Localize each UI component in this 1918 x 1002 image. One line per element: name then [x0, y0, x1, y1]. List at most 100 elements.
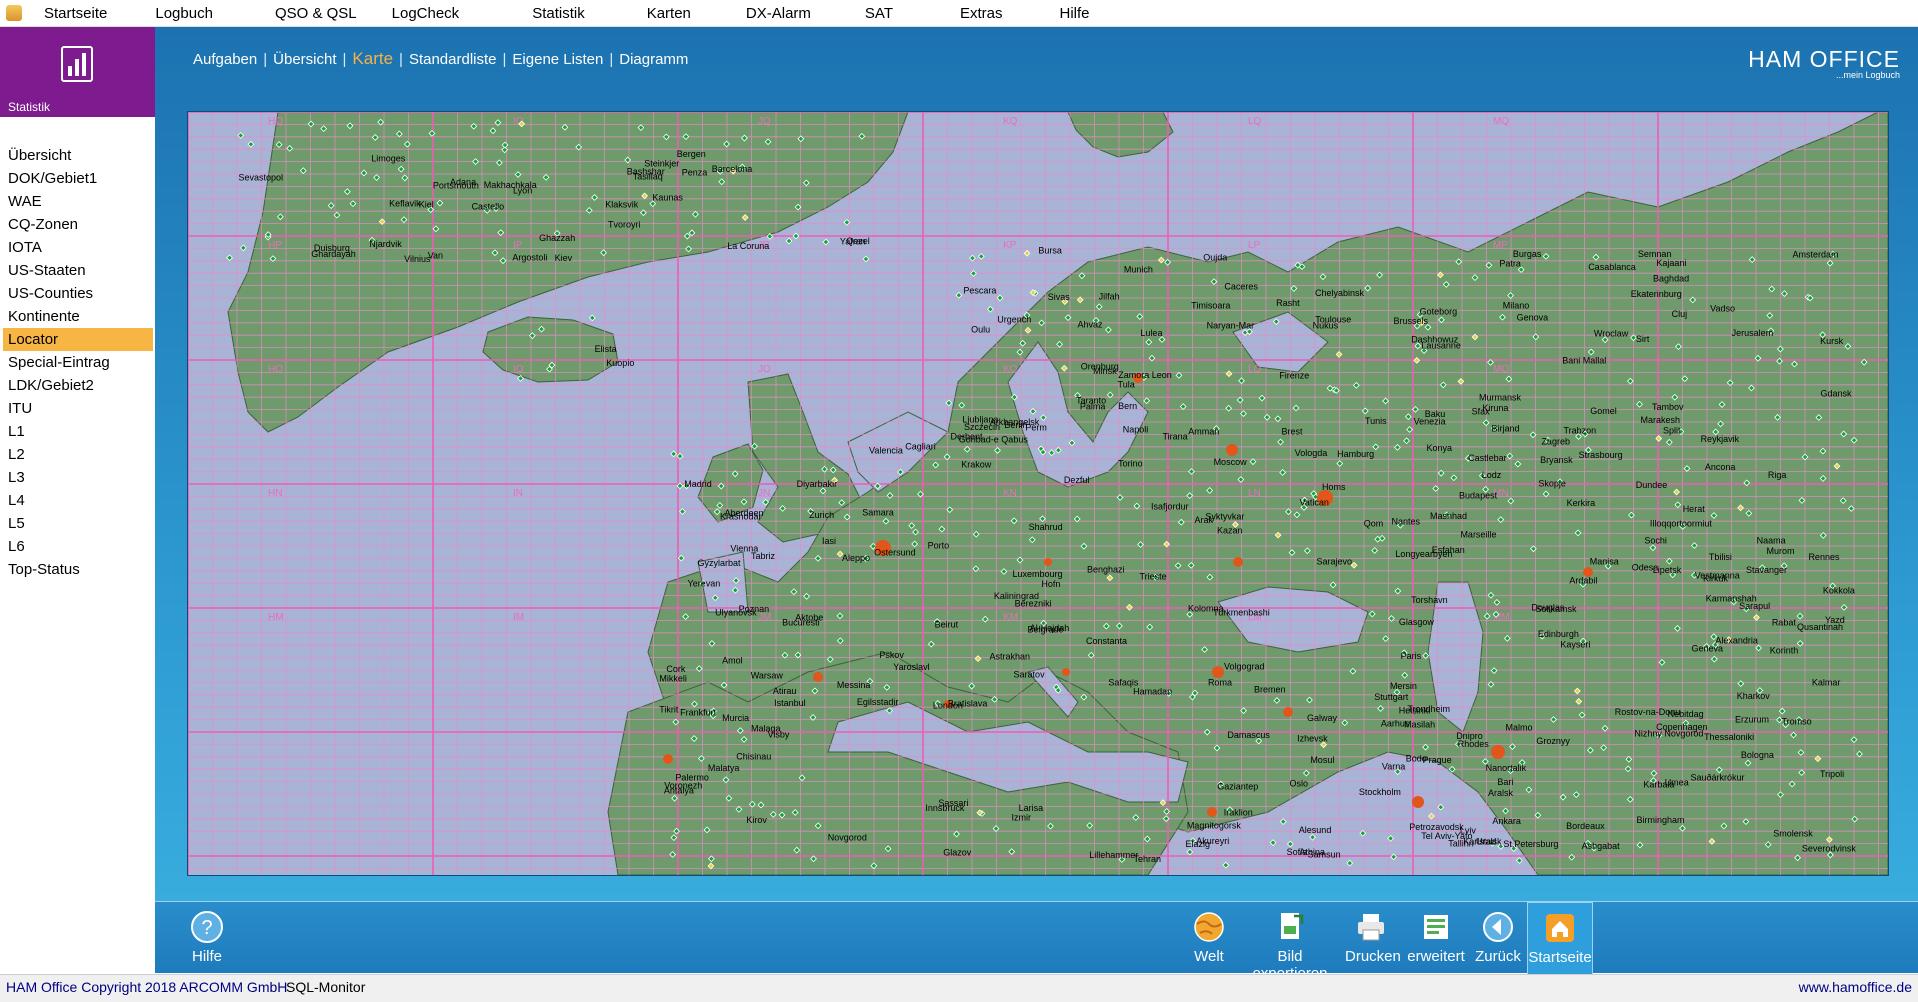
sidebar-item-ldk-gebiet2[interactable]: LDK/Gebiet2 [0, 374, 155, 397]
place-label: Sauðárkrókur [1690, 772, 1744, 782]
place-label: Taranto [1076, 396, 1106, 406]
place-label: Sassari [938, 798, 968, 808]
sidebar-item-us-staaten[interactable]: US-Staaten [0, 259, 155, 282]
sidebar-item-us-counties[interactable]: US-Counties [0, 282, 155, 305]
place-label: Van [428, 250, 443, 260]
place-label: Hofn [1041, 579, 1060, 589]
place-label: Rabat [1772, 618, 1797, 628]
sidebar-item-l2[interactable]: L2 [0, 443, 155, 466]
place-label: Cluj [1672, 309, 1688, 319]
place-label: Moscow [1214, 457, 1248, 467]
place-label: Kaunas [652, 193, 683, 203]
menu-statistik[interactable]: Statistik [532, 5, 585, 22]
brand-logo: HAM OFFICE ...mein Logbuch [1748, 46, 1900, 80]
subnav-standardliste[interactable]: Standardliste [409, 51, 497, 68]
field-label: LN [1248, 488, 1261, 499]
place-label: Split [1663, 425, 1681, 435]
brand-title: HAM OFFICE [1748, 46, 1900, 72]
homepage-link[interactable]: www.hamoffice.de [1799, 979, 1912, 995]
place-label: Njardvik [369, 239, 402, 249]
subnav-karte[interactable]: Karte [352, 49, 393, 68]
subnav-eigene-listen[interactable]: Eigene Listen [512, 51, 603, 68]
sidebar-item-iota[interactable]: IOTA [0, 236, 155, 259]
menu-sat[interactable]: SAT [865, 5, 893, 22]
place-label: Beirut [935, 620, 959, 630]
subnav-diagramm[interactable]: Diagramm [619, 51, 688, 68]
place-label: Pskov [879, 650, 904, 660]
place-label: Nanortalik [1486, 763, 1527, 773]
place-label: Benghazi [1087, 565, 1125, 575]
printer-button[interactable]: Drucken [1345, 902, 1401, 973]
place-label: Budapest [1459, 490, 1498, 500]
place-label: Urgench [997, 315, 1031, 325]
sidebar-item-l4[interactable]: L4 [0, 489, 155, 512]
field-label: JN [758, 488, 770, 499]
place-label: Karmanshah [1706, 594, 1757, 604]
hotspot-marker [1233, 557, 1243, 567]
sidebar-item-itu[interactable]: ITU [0, 397, 155, 420]
field-label: MQ [1493, 116, 1509, 127]
place-label: Solikamsk [1535, 604, 1577, 614]
menu-karten[interactable]: Karten [647, 5, 691, 22]
place-label: Kalmar [1812, 677, 1841, 687]
place-label: Steinkjer [644, 159, 679, 169]
place-label: Qom [1364, 518, 1384, 528]
back-button[interactable]: Zurück [1471, 902, 1525, 973]
sidebar-item-cq-zonen[interactable]: CQ-Zonen [0, 213, 155, 236]
place-label: Lillehammer [1089, 850, 1138, 860]
menu-hilfe[interactable]: Hilfe [1060, 5, 1090, 22]
place-label: Iraklion [1224, 808, 1253, 818]
place-label: Madrid [684, 479, 712, 489]
sidebar-list: Übersicht DOK/Gebiet1 WAE CQ-Zonen IOTA US-St… [0, 144, 155, 581]
place-label: Bari [1497, 777, 1513, 787]
place-label: Samara [862, 508, 894, 518]
field-label: IM [513, 612, 524, 623]
place-label: Tabriz [751, 551, 776, 561]
place-label: Vadso [1710, 303, 1735, 313]
extended-button[interactable]: erweitert [1405, 902, 1467, 973]
home-button[interactable]: Startseite [1527, 902, 1593, 975]
place-label: Ardabil [1569, 576, 1597, 586]
map-canvas[interactable]: HQHPHOHNHMIQIPIOINIMJQJPJOJNJMKQKPKOKNKM… [188, 112, 1888, 875]
place-label: Naryan-Mar [1207, 321, 1255, 331]
sidebar-item-top-status[interactable]: Top-Status [0, 558, 155, 581]
world-button[interactable]: Welt [1179, 902, 1239, 973]
sidebar-item-l3[interactable]: L3 [0, 466, 155, 489]
sidebar-item-l5[interactable]: L5 [0, 512, 155, 535]
menu-qso-qsl[interactable]: QSO & QSL [275, 5, 357, 22]
place-label: Tambov [1652, 402, 1684, 412]
place-label: Valencia [869, 445, 903, 455]
export-image-button[interactable]: Bild exportieren [1240, 902, 1340, 982]
place-label: Roma [1208, 677, 1232, 687]
field-label: MO [1493, 364, 1509, 375]
sidebar-item-special-eintrag[interactable]: Special-Eintrag [0, 351, 155, 374]
menu-logbuch[interactable]: Logbuch [155, 5, 213, 22]
place-label: Damascus [1227, 730, 1270, 740]
menu-extras[interactable]: Extras [960, 5, 1003, 22]
menu-startseite[interactable]: Startseite [44, 5, 107, 22]
menu-logcheck[interactable]: LogCheck [392, 5, 460, 22]
locator-map[interactable]: HQ HP HO HN HM IQ IP IO IN IM JQ JP JO JN JM KQ KP KO KN KM… [187, 111, 1889, 876]
menu-bar: Startseite Logbuch QSO & QSL LogCheck St… [0, 0, 1918, 27]
sidebar-item-wae[interactable]: WAE [0, 190, 155, 213]
hotspot-marker [813, 672, 823, 682]
sql-monitor-link[interactable]: SQL-Monitor [286, 979, 365, 995]
help-button[interactable]: ? Hilfe [185, 902, 229, 973]
place-label: St.Petersburg [1503, 839, 1558, 849]
subnav-aufgaben[interactable]: Aufgaben [193, 51, 257, 68]
sidebar-item-l1[interactable]: L1 [0, 420, 155, 443]
place-label: Visby [768, 729, 790, 739]
sidebar-item-l6[interactable]: L6 [0, 535, 155, 558]
place-label: Trieste [1139, 571, 1166, 581]
place-label: Oujda [1203, 252, 1227, 262]
place-label: Bratislava [948, 699, 988, 709]
subnav-übersicht[interactable]: Übersicht [273, 51, 336, 68]
place-label: Tula [1118, 379, 1135, 389]
place-label: Bergen [677, 149, 706, 159]
sidebar-item-dok-gebiet1[interactable]: DOK/Gebiet1 [0, 167, 155, 190]
sidebar-item-locator[interactable]: Locator [3, 328, 153, 351]
sidebar-item-kontinente[interactable]: Kontinente [0, 305, 155, 328]
place-label: Burgas [1513, 249, 1542, 259]
menu-dx-alarm[interactable]: DX-Alarm [746, 5, 811, 22]
sidebar-item-übersicht[interactable]: Übersicht [0, 144, 155, 167]
